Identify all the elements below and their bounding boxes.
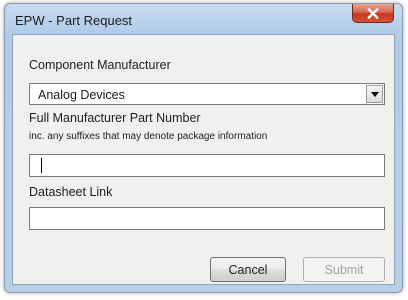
title-bar[interactable]: EPW - Part Request [5,4,402,34]
part-number-input[interactable] [29,154,385,177]
datasheet-link-input[interactable] [29,207,385,230]
close-icon [367,7,379,19]
dialog-window: EPW - Part Request Component Manufacture… [4,3,403,293]
manufacturer-selected-value: Analog Devices [38,88,125,102]
cancel-button[interactable]: Cancel [210,257,286,282]
text-caret [41,158,42,173]
part-number-hint: inc. any suffixes that may denote packag… [29,131,268,142]
close-button[interactable] [352,4,394,23]
manufacturer-label: Component Manufacturer [29,58,171,72]
datasheet-label: Datasheet Link [29,185,113,199]
submit-button[interactable]: Submit [303,257,385,282]
part-number-label: Full Manufacturer Part Number [29,111,201,125]
manufacturer-select[interactable]: Analog Devices [29,83,385,105]
window-title: EPW - Part Request [15,13,133,28]
dropdown-button[interactable] [366,85,383,103]
chevron-down-icon [370,91,379,97]
dialog-body: Component Manufacturer Analog Devices Fu… [12,34,395,285]
